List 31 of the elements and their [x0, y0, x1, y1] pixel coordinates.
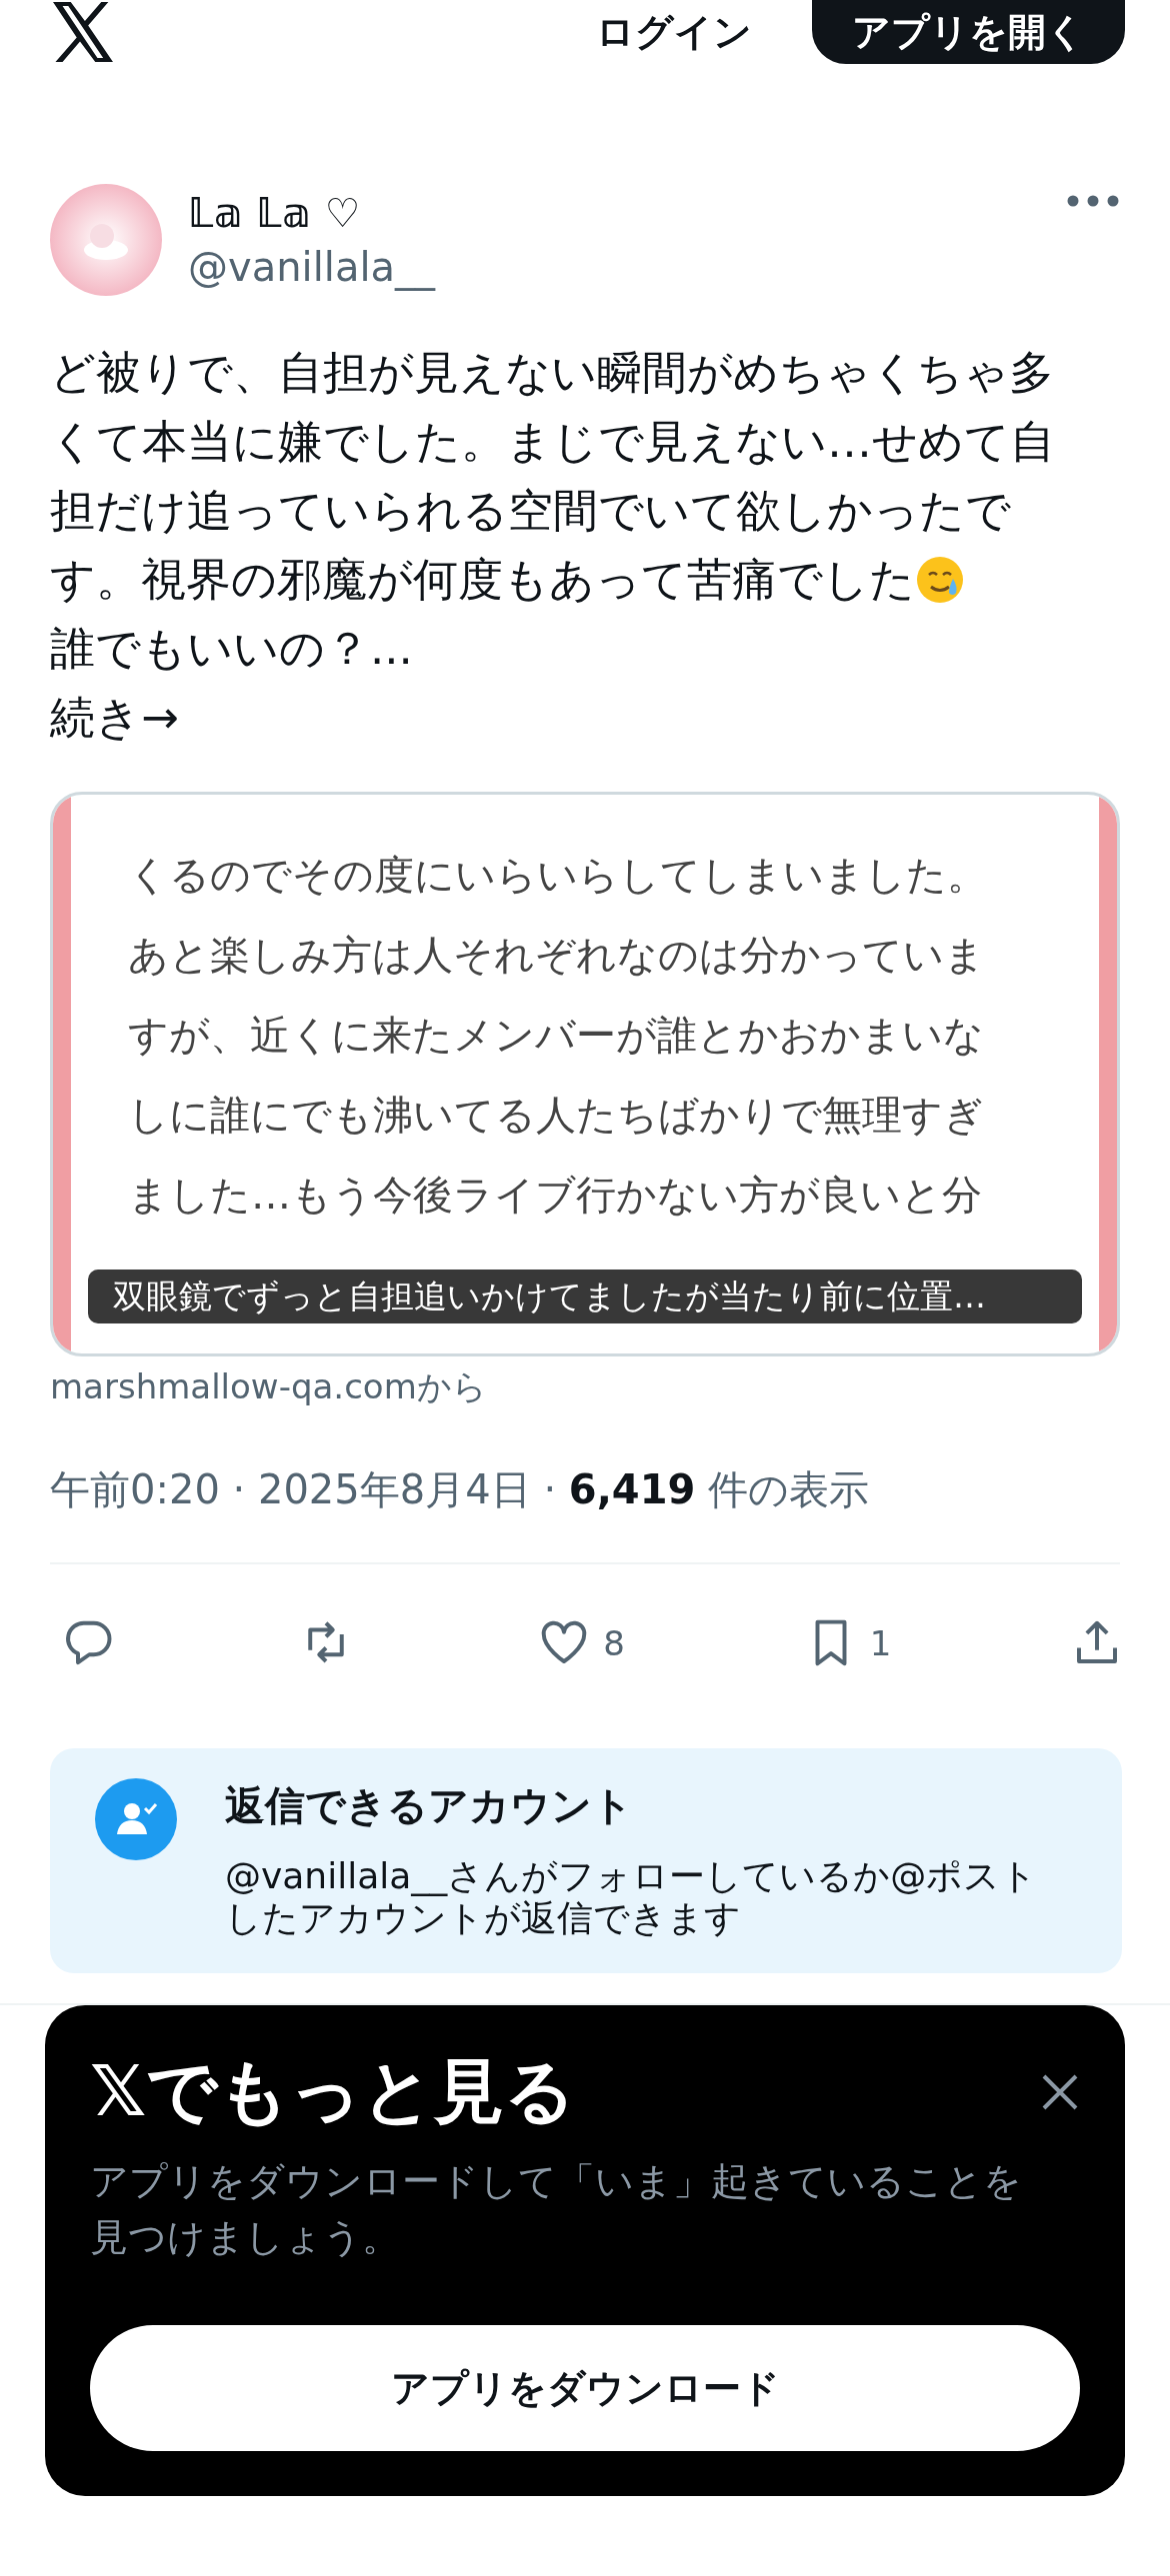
post-text-line: 担だけ追っていられる空間でいて欲しかったで	[50, 483, 1011, 539]
answer-text-line: ました…もう今後ライブ行かない方が良いと分	[128, 1171, 983, 1220]
smiling-tear-emoji-icon	[915, 554, 965, 605]
banner-text: アプリをダウンロードして「いま」起きていることを見つけましょう。	[90, 2158, 1023, 2261]
reply-info-text: @vanillala__さんがフォローしているか@ポストしたアカウントが返信できます	[225, 1855, 1039, 1939]
post-text-line: くて本当に嫌でした。まじで見えない…せめて自	[50, 414, 1055, 470]
show-more-link[interactable]: 続き→	[50, 683, 1120, 752]
person-check-icon	[95, 1778, 177, 1860]
close-icon[interactable]	[1040, 2072, 1080, 2112]
post-text-line: す。視界の邪魔が何度もあって苦痛でした	[50, 552, 915, 608]
download-app-button[interactable]: アプリをダウンロード	[90, 2325, 1080, 2451]
post-text: 誰でもいいの？...	[50, 621, 414, 677]
count-label: 1	[869, 1623, 892, 1663]
x-logo-icon[interactable]	[50, 2, 116, 62]
post-text-line: ど被りで、自担が見えない瞬間がめちゃくちゃ多	[50, 345, 1054, 401]
post-timestamp: 午前0:20 · 2025年8月4日 · 6,419 件の表示	[50, 1462, 1120, 1564]
answer-text-line: あと楽しみ方は人それぞれなのは分かっていま	[128, 931, 986, 980]
user-handle[interactable]: @vanillala__	[188, 244, 1040, 290]
open-app-button[interactable]: アプリを開く	[812, 0, 1125, 64]
count-label: 8	[603, 1623, 625, 1663]
image-card[interactable]: くるのでその度にいらいらしてしまいました。 あと楽しみ方は人それぞれなのは分かっていま すが、近くに来たメンバーが誰とかおかまいな しに誰にでも沸いてる人たちばかりで無理すぎ ました…もう今後ライブ行かない方が良いと分 双眼鏡でずっと自担追いかけてましたが当たり前に位置…	[50, 792, 1120, 1356]
reply-info-title: 返信できるアカウント	[225, 1781, 634, 1830]
login-button[interactable]: ログイン	[596, 6, 752, 58]
image-caption: 双眼鏡でずっと自担追いかけてましたが当たり前に位置…	[88, 1270, 1082, 1323]
source-link[interactable]: marshmallow-qa.comから	[50, 1364, 1120, 1410]
answer-text-line: しに誰にでも沸いてる人たちばかりで無理すぎ	[128, 1091, 985, 1140]
answer-text-line: すが、近くに来たメンバーが誰とかおかまいな	[128, 1011, 985, 1060]
answer-text-line: くるのでその度にいらいらしてしまいました。	[128, 851, 988, 900]
display-name[interactable]: 𝕃𝕒 𝕃𝕒 ♡	[188, 190, 1040, 236]
banner-title: 𝕏でもっと見る	[90, 2049, 577, 2134]
more-icon[interactable]	[1066, 194, 1120, 208]
